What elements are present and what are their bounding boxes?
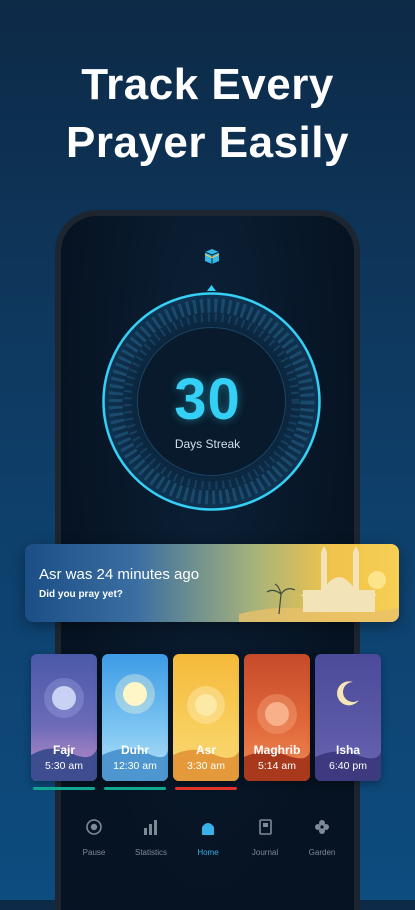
nav-item-statistics[interactable]: Statistics bbox=[123, 818, 179, 857]
nav-label: Home bbox=[197, 848, 219, 857]
sun-icon bbox=[195, 694, 217, 716]
headline: Track Every Prayer Easily bbox=[0, 56, 415, 172]
sun-icon bbox=[123, 682, 147, 706]
kaaba-icon bbox=[204, 249, 220, 264]
streak-count: 30 bbox=[174, 367, 241, 432]
prayer-card-maghrib[interactable]: Maghrib 5:14 am bbox=[244, 654, 310, 781]
prayer-name: Fajr bbox=[52, 743, 75, 757]
nav-item-home[interactable]: Home bbox=[180, 818, 236, 857]
nav-label: Statistics bbox=[134, 848, 167, 857]
flower-icon bbox=[315, 820, 329, 834]
prayer-time: 5:14 am bbox=[258, 760, 296, 772]
pause-circle-icon bbox=[86, 819, 102, 835]
prayer-card-duhr[interactable]: Duhr 12:30 am bbox=[102, 654, 168, 781]
prayer-name: Asr bbox=[195, 743, 216, 757]
prayer-card-asr[interactable]: Asr 3:30 am bbox=[173, 654, 239, 781]
nav-item-journal[interactable]: Journal bbox=[237, 818, 293, 857]
prayer-reminder-banner[interactable]: Asr was 24 minutes ago Did you pray yet? bbox=[25, 544, 399, 622]
status-bar-fajr bbox=[33, 787, 95, 790]
headline-line-1: Track Every bbox=[81, 60, 334, 109]
mosque-illustration bbox=[239, 546, 399, 622]
mosque-icon bbox=[202, 823, 214, 835]
prayer-cards: Fajr 5:30 am Duhr 12:30 am Asr 3:30 am M… bbox=[31, 654, 383, 794]
nav-item-garden[interactable]: Garden bbox=[294, 818, 350, 857]
bottom-navigation: Pause Statistics Home Journal Garden bbox=[66, 818, 350, 868]
prayer-time: 6:40 pm bbox=[329, 760, 367, 772]
prayer-name: Maghrib bbox=[253, 743, 301, 757]
prayer-time: 5:30 am bbox=[45, 760, 83, 772]
prayer-card-isha[interactable]: Isha 6:40 pm bbox=[315, 654, 381, 781]
crescent-moon-icon bbox=[337, 681, 359, 706]
prayer-name: Duhr bbox=[121, 743, 149, 757]
bar-chart-icon bbox=[144, 820, 157, 835]
prayer-card-fajr[interactable]: Fajr 5:30 am bbox=[31, 654, 97, 781]
nav-label: Pause bbox=[82, 848, 106, 857]
prayer-time: 12:30 am bbox=[113, 760, 157, 772]
nav-item-pause[interactable]: Pause bbox=[66, 818, 122, 857]
headline-line-2: Prayer Easily bbox=[66, 118, 349, 167]
status-bar-duhr bbox=[104, 787, 166, 790]
streak-label: Days Streak bbox=[174, 437, 241, 451]
prayer-time: 3:30 am bbox=[187, 760, 225, 772]
status-bar-asr bbox=[175, 787, 237, 790]
reminder-subtitle: Did you pray yet? bbox=[39, 589, 123, 600]
moon-icon bbox=[52, 686, 76, 710]
nav-label: Garden bbox=[308, 848, 336, 857]
prayer-name: Isha bbox=[335, 743, 360, 757]
journal-icon bbox=[259, 819, 272, 835]
nav-label: Journal bbox=[251, 848, 279, 857]
reminder-title: Asr was 24 minutes ago bbox=[39, 566, 200, 583]
